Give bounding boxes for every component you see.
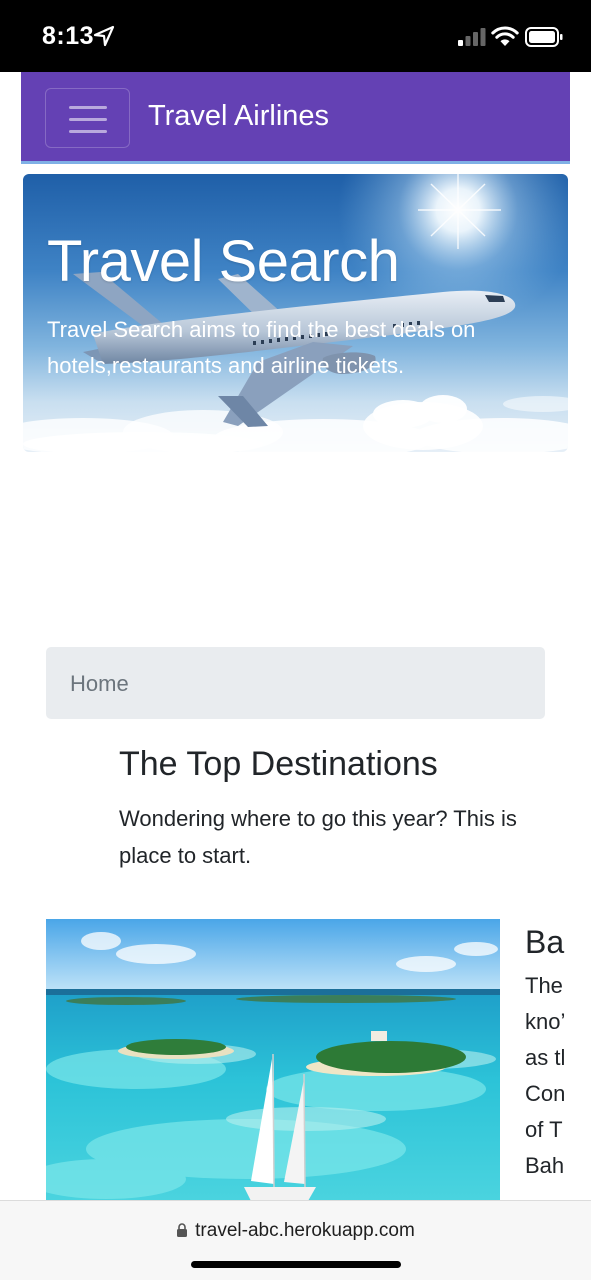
battery-icon <box>525 27 563 47</box>
hamburger-menu-icon[interactable] <box>45 88 130 148</box>
destination-line: kno’ <box>525 1009 566 1034</box>
destination-line: The <box>525 973 563 998</box>
url-text: travel-abc.herokuapp.com <box>195 1220 415 1241</box>
lock-icon <box>177 1223 188 1237</box>
hero-title: Travel Search <box>47 229 400 294</box>
home-indicator[interactable] <box>191 1261 401 1268</box>
section-description-line: Wondering where to go this year? This is <box>119 806 517 831</box>
wifi-icon <box>491 26 519 46</box>
browser-url-bar: travel-abc.herokuapp.com <box>0 1200 591 1280</box>
navbar-brand[interactable]: Travel Airlines <box>148 100 329 133</box>
destination-line: as tl <box>525 1045 566 1070</box>
status-time: 8:13 <box>42 22 95 50</box>
destination-photo <box>46 919 500 1219</box>
section-description-line: place to start. <box>119 843 252 868</box>
navbar: Travel Airlines <box>21 72 570 164</box>
section-title: The Top Destinations <box>119 745 438 783</box>
breadcrumb: Home <box>46 647 545 719</box>
destination-line: of T <box>525 1117 563 1142</box>
destination-line: Bah <box>525 1153 565 1178</box>
destination-text: Ba The kno’ as tl Con of T Bah <box>525 920 591 1200</box>
destination-line: Con <box>525 1081 566 1106</box>
url-field[interactable]: travel-abc.herokuapp.com <box>0 1220 591 1242</box>
section-description: Wondering where to go this year? This is… <box>119 800 591 874</box>
hero-description: Travel Search aims to find the best deal… <box>47 317 476 378</box>
bahamas-image <box>46 919 500 1219</box>
breadcrumb-item-home[interactable]: Home <box>70 671 129 697</box>
hero-banner: Travel Search Travel Search aims to find… <box>23 174 568 452</box>
destination-title: Ba <box>525 924 565 960</box>
status-bar: 8:13 <box>0 0 591 72</box>
cellular-signal-icon <box>458 28 486 46</box>
location-arrow-icon <box>93 25 115 47</box>
